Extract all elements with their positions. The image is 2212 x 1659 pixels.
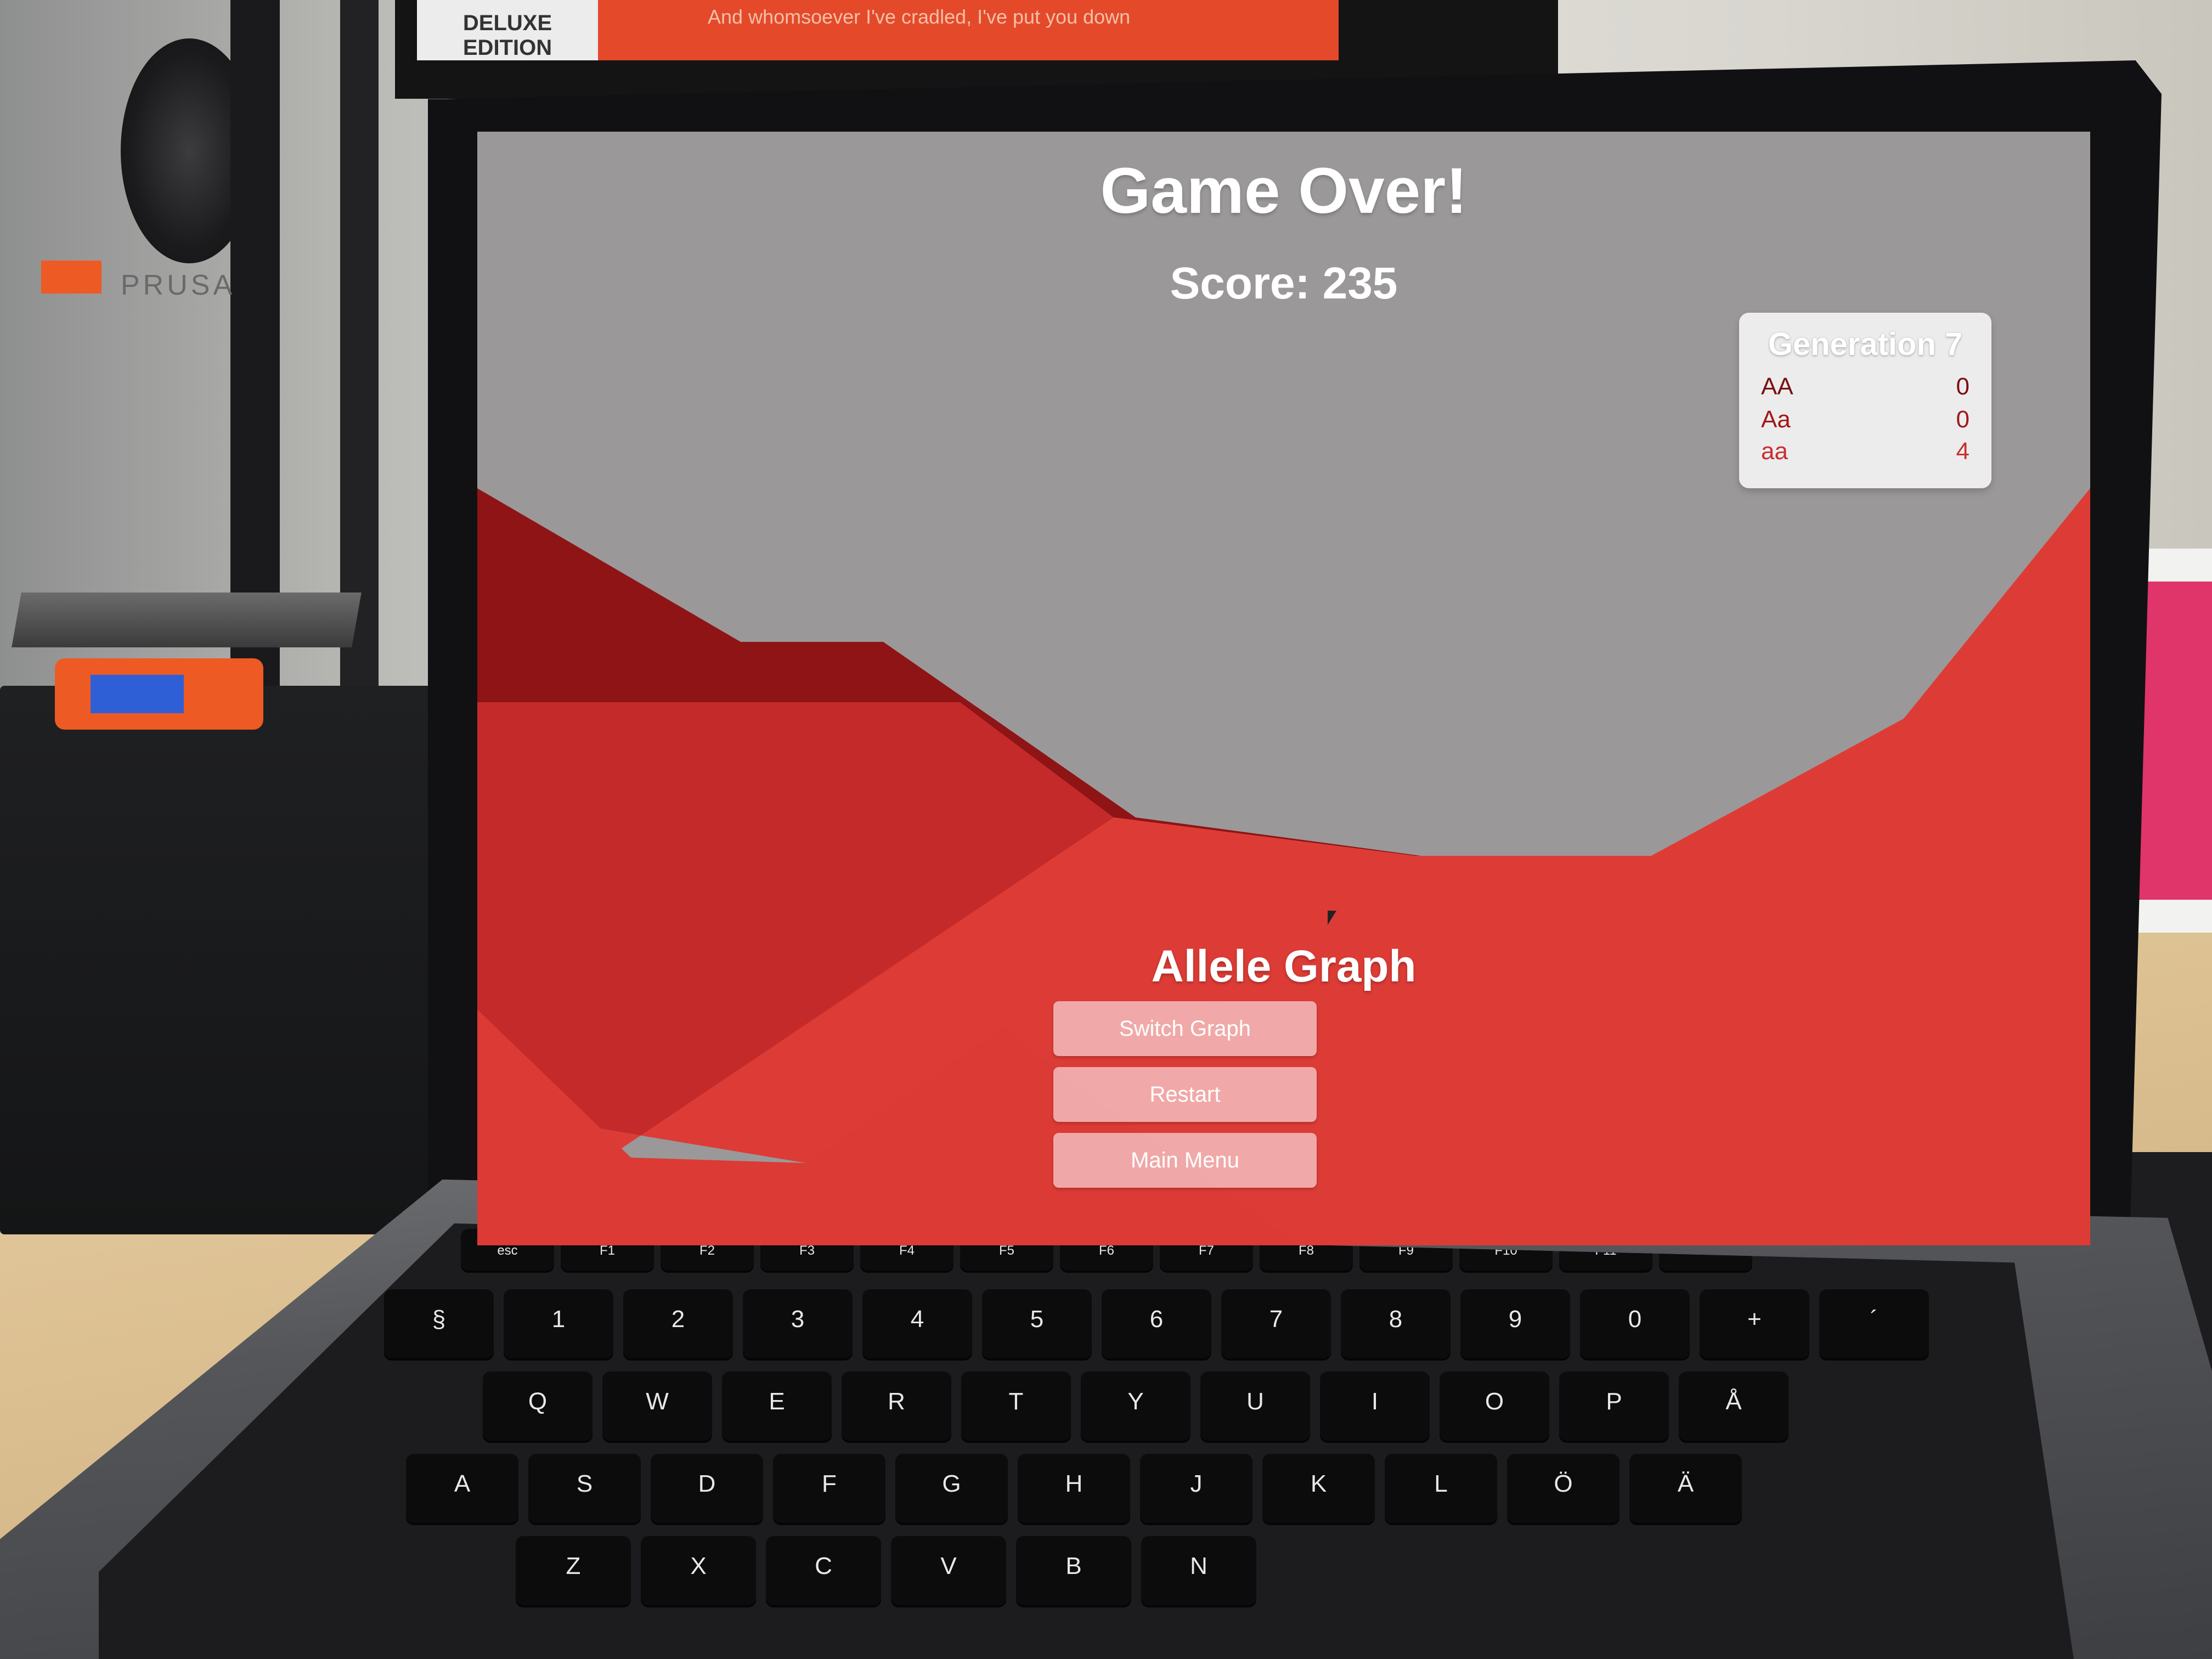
genotype-count: 0: [1956, 406, 1970, 433]
arrow-cursor-icon: [1328, 911, 1336, 925]
printer-cabinet: [0, 686, 439, 1234]
keyboard-key[interactable]: A: [406, 1454, 518, 1525]
keyboard-key[interactable]: 3: [743, 1289, 853, 1361]
score-text: Score: 235: [1170, 258, 1398, 308]
keyboard-key[interactable]: B: [1016, 1536, 1131, 1607]
keyboard-key[interactable]: S: [528, 1454, 641, 1525]
keyboard-key[interactable]: 6: [1102, 1289, 1211, 1361]
keyboard-key[interactable]: V: [891, 1536, 1006, 1607]
keyboard-key[interactable]: 5: [982, 1289, 1092, 1361]
genotype-label: aa: [1761, 438, 1788, 465]
keyboard-key[interactable]: N: [1141, 1536, 1256, 1607]
keyboard-key[interactable]: Z: [516, 1536, 631, 1607]
genotype-label: AA: [1761, 373, 1793, 400]
key-grid: escF1F2F3F4F5F6F7F8F9F10F11F12§123456789…: [99, 1223, 2074, 1659]
genotype-row-aa: aa 4: [1761, 438, 1970, 469]
keyboard: escF1F2F3F4F5F6F7F8F9F10F11F12§123456789…: [99, 1223, 2074, 1659]
generation-panel: Generation 7 AA 0 Aa 0 aa 4: [1739, 313, 1991, 488]
keyboard-key[interactable]: 7: [1221, 1289, 1331, 1361]
restart-button[interactable]: Restart: [1053, 1067, 1317, 1122]
genotype-count: 4: [1956, 438, 1970, 465]
generation-title: Generation 7: [1768, 326, 1963, 362]
genotype-row-AA: AA 0: [1761, 373, 1970, 404]
keyboard-key[interactable]: R: [842, 1372, 951, 1443]
genotype-label: Aa: [1761, 406, 1791, 433]
keyboard-key[interactable]: 2: [623, 1289, 733, 1361]
keyboard-key[interactable]: ´: [1819, 1289, 1929, 1361]
keyboard-key[interactable]: C: [766, 1536, 881, 1607]
keyboard-key[interactable]: T: [961, 1372, 1071, 1443]
keyboard-key[interactable]: K: [1262, 1454, 1375, 1525]
keyboard-key[interactable]: 9: [1460, 1289, 1570, 1361]
keyboard-key[interactable]: 4: [862, 1289, 972, 1361]
monitor-logo: DELUXE EDITION: [417, 0, 598, 60]
genotype-row-Aa: Aa 0: [1761, 406, 1970, 437]
keyboard-key[interactable]: +: [1700, 1289, 1809, 1361]
main-menu-button[interactable]: Main Menu: [1053, 1133, 1317, 1188]
keyboard-key[interactable]: E: [722, 1372, 832, 1443]
keyboard-key[interactable]: 8: [1341, 1289, 1451, 1361]
monitor-lyric-text: And whomsoever I've cradled, I've put yo…: [708, 5, 1131, 28]
keyboard-key[interactable]: Q: [483, 1372, 592, 1443]
keyboard-key[interactable]: §: [384, 1289, 494, 1361]
keyboard-key[interactable]: G: [895, 1454, 1008, 1525]
keyboard-key[interactable]: U: [1200, 1372, 1310, 1443]
keyboard-key[interactable]: O: [1440, 1372, 1549, 1443]
keyboard-key[interactable]: W: [602, 1372, 712, 1443]
printer-bed: [12, 592, 362, 647]
game-screen: Game Over! Score: 235 Generation 7 AA 0 …: [477, 132, 2090, 1245]
keyboard-key[interactable]: 0: [1580, 1289, 1690, 1361]
switch-graph-button[interactable]: Switch Graph: [1053, 1001, 1317, 1056]
printer-lcd: [91, 675, 184, 713]
keyboard-key[interactable]: H: [1018, 1454, 1130, 1525]
monitor-logo-text: DELUXE EDITION: [462, 11, 552, 60]
keyboard-key[interactable]: J: [1140, 1454, 1252, 1525]
genotype-count: 0: [1956, 373, 1970, 400]
keyboard-key[interactable]: X: [641, 1536, 756, 1607]
keyboard-key[interactable]: Å: [1679, 1372, 1788, 1443]
shelf-frame: [340, 0, 379, 768]
keyboard-key[interactable]: I: [1320, 1372, 1430, 1443]
monitor-lyrics-banner: And whomsoever I've cradled, I've put yo…: [598, 0, 1339, 60]
keyboard-key[interactable]: 1: [504, 1289, 613, 1361]
keyboard-key[interactable]: D: [651, 1454, 763, 1525]
keyboard-key[interactable]: Ä: [1629, 1454, 1742, 1525]
allele-graph-title: Allele Graph: [1151, 941, 1417, 991]
keyboard-key[interactable]: L: [1385, 1454, 1497, 1525]
keyboard-key[interactable]: Y: [1081, 1372, 1190, 1443]
keyboard-key[interactable]: Ö: [1507, 1454, 1620, 1525]
keyboard-key[interactable]: P: [1559, 1372, 1669, 1443]
printer-part: [41, 261, 101, 294]
keyboard-key[interactable]: F: [773, 1454, 885, 1525]
game-over-title: Game Over!: [1100, 155, 1468, 227]
printer-brand: PRUSA: [121, 269, 236, 301]
